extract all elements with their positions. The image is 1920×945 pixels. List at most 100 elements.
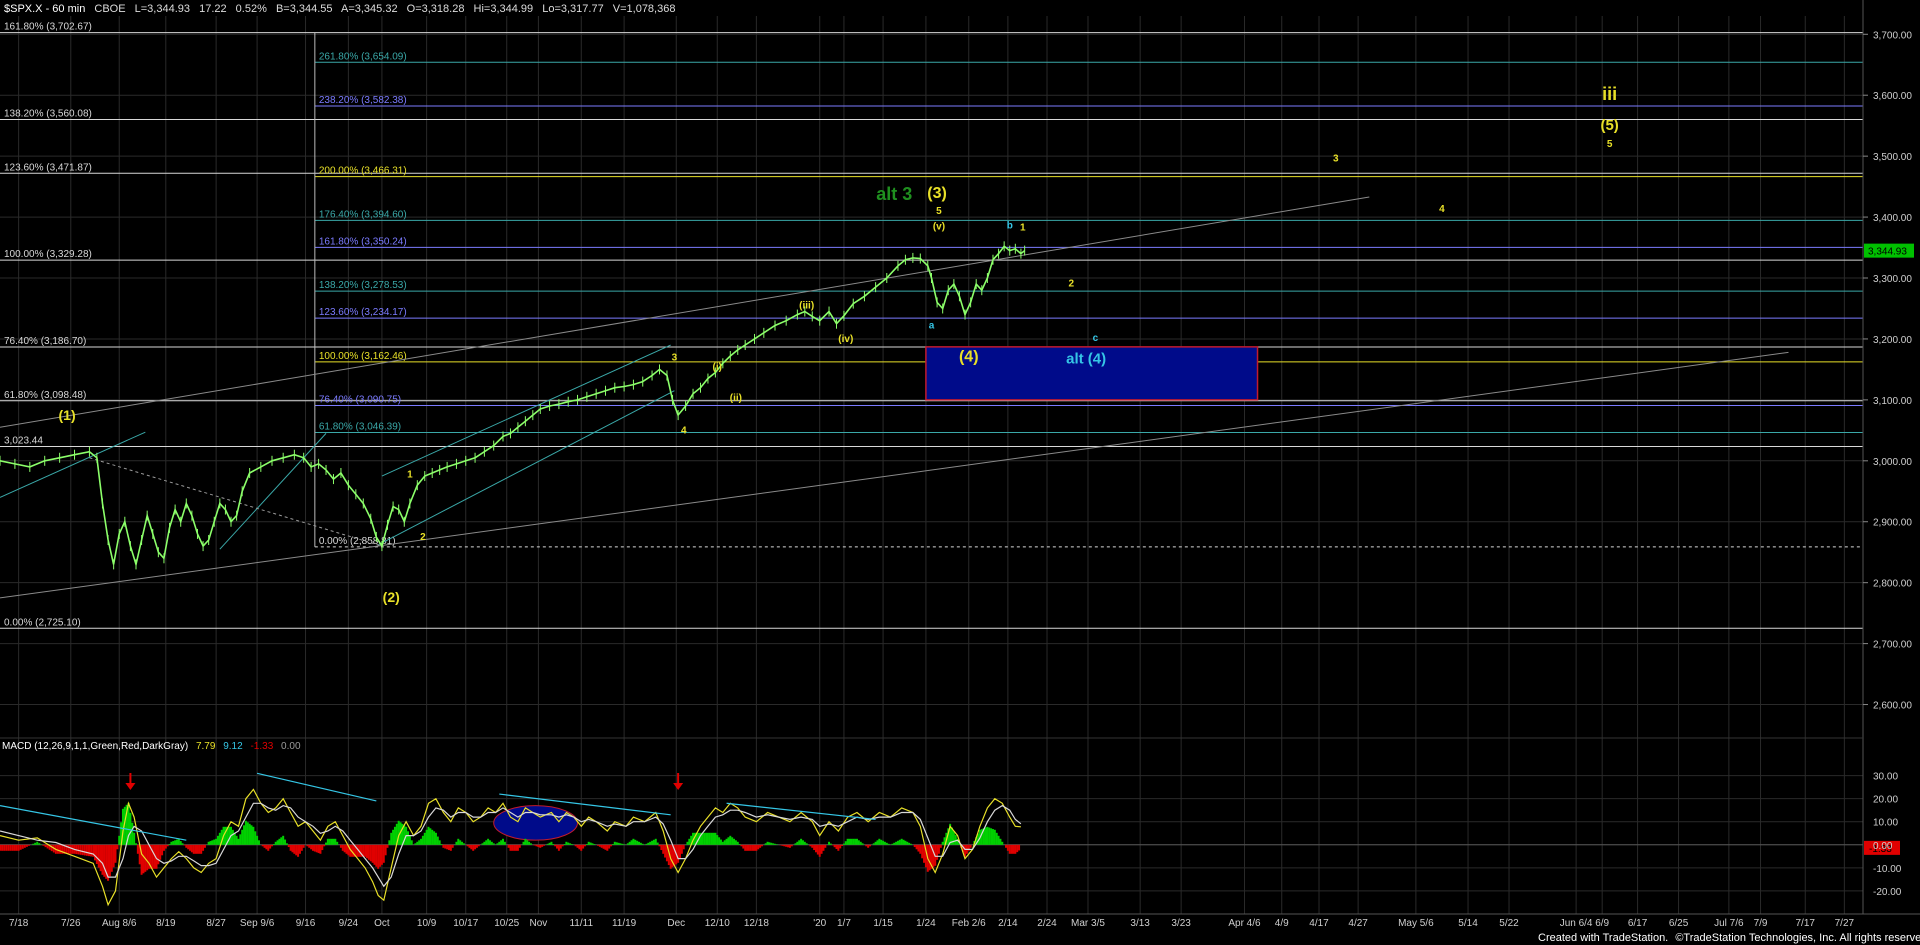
wave-label: 1 (1020, 222, 1026, 233)
x-tick-label: Apr 4/6 (1228, 918, 1261, 929)
y-tick-label: 3,200.00 (1873, 335, 1912, 346)
macd-hist-value: -1.33 (250, 741, 274, 752)
last-price: L=3,344.93 (134, 3, 191, 15)
wave-label: 2 (1068, 279, 1074, 290)
x-tick-label: Nov (530, 918, 548, 929)
y-tick-label: 2,800.00 (1873, 579, 1912, 590)
wave-label: alt 3 (876, 184, 912, 204)
x-tick-label: Aug 8/6 (102, 918, 137, 929)
x-tick-label: 2/24 (1037, 918, 1057, 929)
trendline (219, 433, 327, 550)
fib-level-label: 161.80% (3,702.67) (4, 22, 92, 33)
x-tick-label: Jun 6/4 (1560, 918, 1593, 929)
x-tick-label: 5/14 (1458, 918, 1478, 929)
ask-value: A=3,345.32 (340, 3, 398, 15)
y-tick-label: 2,900.00 (1873, 518, 1912, 529)
copyright-text: ©TradeStation Technologies, Inc. All rig… (1675, 932, 1920, 944)
x-tick-label: Sep 9/6 (240, 918, 275, 929)
macd-signal-value: 9.12 (223, 741, 243, 752)
x-tick-label: 12/18 (744, 918, 769, 929)
macd-value: 7.79 (195, 741, 216, 752)
open-value: O=3,318.28 (406, 3, 465, 15)
axes: 2,600.00 2,700.00 2,800.00 2,900.00 3,000.00… (0, 0, 1920, 929)
x-tick-label: 4/17 (1309, 918, 1329, 929)
y-tick-label: 3,500.00 (1873, 152, 1912, 163)
x-tick-label: 10/17 (453, 918, 478, 929)
wave-label: c (1093, 333, 1099, 344)
fib-level-label: 261.80% (3,654.09) (319, 51, 407, 62)
wave-label: (i) (713, 362, 722, 373)
wave-label: (3) (927, 185, 947, 202)
x-tick-label: 10/9 (417, 918, 437, 929)
y-tick-label: 3,100.00 (1873, 396, 1912, 407)
macd-label: MACD (12,26,9,1,1,Green,Red,DarkGray) (2, 741, 189, 752)
price-chart: 161.80% (3,702.67) 261.80% (3,654.09) 238.… (0, 0, 1920, 929)
fib-level-label: 100.00% (3,329.28) (4, 249, 92, 260)
x-tick-label: 7/26 (61, 918, 81, 929)
fib-level-label: 61.80% (3,098.48) (4, 390, 86, 401)
fib-level-label: 76.40% (3,186.70) (4, 336, 86, 347)
macd-zero-value: 0.00 (281, 741, 301, 752)
y-tick-label: 3,600.00 (1873, 91, 1912, 102)
macd-y-tick-label: 10.00 (1873, 818, 1898, 829)
x-tick-label: Oct (374, 918, 390, 929)
wave-label: iii (1602, 84, 1617, 104)
x-tick-label: 6/17 (1628, 918, 1648, 929)
x-tick-label: 8/19 (156, 918, 176, 929)
x-tick-label: May 5/6 (1398, 918, 1434, 929)
x-tick-label: 11/11 (569, 918, 593, 929)
wave-label: 1 (407, 469, 413, 480)
y-tick-label: 3,400.00 (1873, 213, 1912, 224)
chart-header: $SPX.X - 60 min CBOE L=3,344.93 17.22 0.… (4, 3, 681, 15)
wave-label: 5 (936, 206, 942, 217)
x-tick-label: 2/14 (998, 918, 1018, 929)
x-tick-label: 9/16 (296, 918, 316, 929)
x-tick-label: Feb 2/6 (952, 918, 986, 929)
y-tick-label: 3,000.00 (1873, 457, 1912, 468)
wave-labels: (1) (2) 1 2 3 4 (i) (ii) (iii) (iv) (v) 5 (3) alt 3 (4… (59, 84, 1619, 605)
x-tick-label: 7/9 (1754, 918, 1768, 929)
fib-level-label: 176.40% (3,394.60) (319, 209, 407, 220)
fib-level-label: 76.40% (3,090.75) (319, 395, 401, 406)
wave-label: 4 (681, 425, 687, 436)
wave-label: (iii) (799, 300, 814, 311)
fib-level-label: 3,023.44 (4, 436, 43, 447)
y-tick-label: 2,700.00 (1873, 640, 1912, 651)
trendline (89, 457, 383, 547)
x-tick-label: 6/25 (1669, 918, 1689, 929)
fib-level-label: 138.20% (3,560.08) (4, 109, 92, 120)
change-percent: 0.52% (235, 3, 267, 15)
exchange-label: CBOE (94, 3, 126, 15)
wave-label: (1) (59, 407, 76, 423)
fib-level-label: 200.00% (3,466.31) (319, 166, 407, 177)
x-tick-label: 4/9 (1275, 918, 1289, 929)
wave-label: (iv) (838, 334, 853, 345)
fib-level-label: 123.60% (3,234.17) (319, 307, 407, 318)
macd-y-tick-label: -10.00 (1873, 864, 1902, 875)
wave-label: 3 (672, 352, 678, 363)
high-value: Hi=3,344.99 (473, 3, 534, 15)
trendline (381, 344, 671, 477)
wave-label: 4 (1439, 204, 1445, 215)
last-price-label: 3,344.93 (1868, 247, 1907, 258)
x-tick-label: 3/23 (1171, 918, 1191, 929)
x-tick-label: 7/18 (9, 918, 29, 929)
macd-divergence-line (0, 804, 187, 841)
x-tick-label: 11/19 (612, 918, 637, 929)
y-tick-label: 3,300.00 (1873, 274, 1912, 285)
y-tick-label: 2,600.00 (1873, 701, 1912, 712)
x-tick-label: 3/13 (1130, 918, 1150, 929)
x-tick-label: Jul 7/6 (1714, 918, 1744, 929)
wave-label: 2 (420, 532, 426, 543)
wave-label: a (929, 321, 935, 332)
x-tick-label: 4/27 (1348, 918, 1368, 929)
fib-level-label: 161.80% (3,350.24) (319, 236, 407, 247)
macd-y-tick-label: 0.00 (1873, 841, 1893, 852)
x-tick-label: 10/25 (494, 918, 519, 929)
macd-panel: -1.33 (0, 772, 1900, 907)
fib-level-label: 61.80% (3,046.39) (319, 422, 401, 433)
wave-label: alt (4) (1066, 350, 1106, 367)
macd-divergence-line (256, 772, 377, 802)
x-tick-label: Dec (667, 918, 685, 929)
wave-label: b (1007, 221, 1013, 232)
